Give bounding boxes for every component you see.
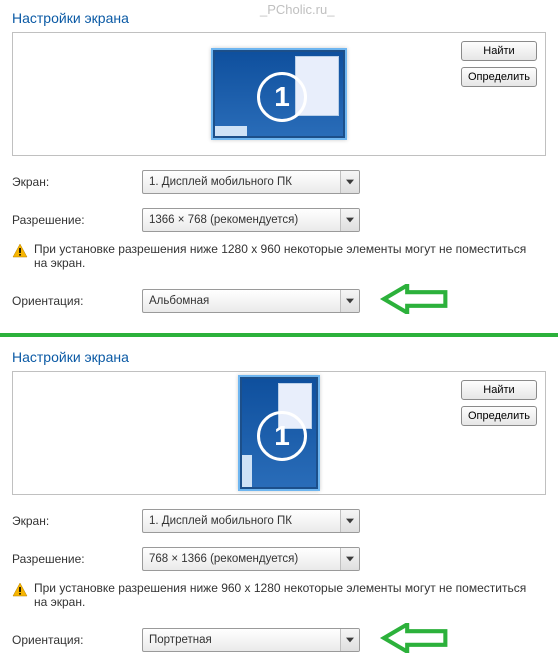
chevron-down-icon — [340, 510, 359, 532]
screen-select-value: 1. Дисплей мобильного ПК — [149, 176, 292, 188]
orientation-label: Ориентация: — [12, 633, 142, 647]
chevron-down-icon — [340, 209, 359, 231]
orientation-select-value: Портретная — [149, 634, 212, 646]
find-button[interactable]: Найти — [461, 380, 537, 400]
arrow-left-icon — [374, 284, 454, 317]
resolution-select[interactable]: 1366 × 768 (рекомендуется) — [142, 208, 360, 232]
display-settings-panel: _PCholic.ru_ Настройки экрана Найти Опре… — [0, 0, 558, 325]
screen-label: Экран: — [12, 514, 142, 528]
screen-select[interactable]: 1. Дисплей мобильного ПК — [142, 170, 360, 194]
screen-label: Экран: — [12, 175, 142, 189]
orientation-select[interactable]: Альбомная — [142, 289, 360, 313]
resolution-select-value: 1366 × 768 (рекомендуется) — [149, 214, 298, 226]
identify-button[interactable]: Определить — [461, 67, 537, 87]
separator — [0, 333, 558, 337]
arrow-left-icon — [374, 623, 454, 656]
resolution-select-value: 768 × 1366 (рекомендуется) — [149, 553, 298, 565]
display-settings-panel: Настройки экрана Найти Определить 1 Экра… — [0, 339, 558, 664]
monitor-preview-area: Найти Определить 1 — [12, 371, 546, 495]
chevron-down-icon — [340, 171, 359, 193]
orientation-select-value: Альбомная — [149, 295, 209, 307]
chevron-down-icon — [340, 629, 359, 651]
identify-button[interactable]: Определить — [461, 406, 537, 426]
orientation-label: Ориентация: — [12, 294, 142, 308]
resolution-label: Разрешение: — [12, 213, 142, 227]
resolution-warning-text: При установке разрешения ниже 1280 x 960… — [34, 242, 542, 270]
monitor-preview-area: Найти Определить 1 — [12, 32, 546, 156]
chevron-down-icon — [340, 290, 359, 312]
find-button[interactable]: Найти — [461, 41, 537, 61]
panel-title: Настройки экрана — [12, 349, 546, 365]
resolution-warning-text: При установке разрешения ниже 960 x 1280… — [34, 581, 542, 609]
orientation-select[interactable]: Портретная — [142, 628, 360, 652]
warning-icon — [12, 243, 28, 259]
monitor-number-badge: 1 — [257, 411, 307, 461]
warning-icon — [12, 582, 28, 598]
chevron-down-icon — [340, 548, 359, 570]
resolution-select[interactable]: 768 × 1366 (рекомендуется) — [142, 547, 360, 571]
resolution-label: Разрешение: — [12, 552, 142, 566]
screen-select[interactable]: 1. Дисплей мобильного ПК — [142, 509, 360, 533]
screen-select-value: 1. Дисплей мобильного ПК — [149, 515, 292, 527]
watermark-text: _PCholic.ru_ — [260, 2, 334, 17]
monitor-thumbnail[interactable]: 1 — [211, 48, 347, 140]
monitor-number-badge: 1 — [257, 72, 307, 122]
monitor-thumbnail[interactable]: 1 — [238, 375, 320, 491]
